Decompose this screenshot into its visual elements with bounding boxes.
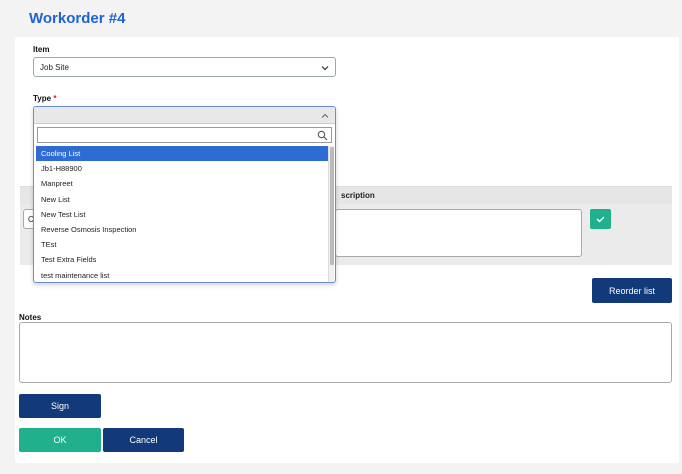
item-label: Item bbox=[33, 45, 50, 54]
ok-button[interactable]: OK bbox=[19, 428, 101, 452]
type-option[interactable]: New Test List bbox=[36, 207, 329, 222]
description-field[interactable] bbox=[335, 209, 582, 257]
sign-button[interactable]: Sign bbox=[19, 394, 101, 418]
description-column-header: scription bbox=[341, 191, 375, 200]
checkmark-icon bbox=[596, 216, 605, 223]
type-search-input[interactable] bbox=[37, 127, 332, 143]
type-select[interactable] bbox=[34, 107, 335, 124]
type-option[interactable]: Manpreet bbox=[36, 176, 329, 191]
required-marker: * bbox=[53, 94, 57, 103]
item-select-value: Job Site bbox=[40, 63, 69, 72]
type-label: Type * bbox=[33, 94, 56, 103]
type-label-text: Type bbox=[33, 94, 52, 103]
type-option[interactable]: Test Extra Fields bbox=[36, 252, 329, 267]
confirm-row-button[interactable] bbox=[590, 209, 611, 229]
type-option[interactable]: Jb1-H88900 bbox=[36, 161, 329, 176]
chevron-down-icon bbox=[321, 66, 329, 71]
type-option[interactable]: TEst bbox=[36, 237, 329, 252]
scrollbar-thumb[interactable] bbox=[330, 147, 334, 265]
notes-label: Notes bbox=[19, 313, 42, 322]
item-select[interactable]: Job Site bbox=[33, 57, 336, 77]
reorder-list-button[interactable]: Reorder list bbox=[592, 278, 672, 303]
cancel-button[interactable]: Cancel bbox=[103, 428, 184, 452]
type-option[interactable]: New List bbox=[36, 192, 329, 207]
chevron-up-icon bbox=[321, 113, 329, 118]
page-title: Workorder #4 bbox=[29, 10, 126, 27]
notes-textarea[interactable] bbox=[19, 322, 672, 383]
type-option[interactable]: test maintenance list bbox=[36, 268, 329, 283]
type-options-list: Cooling List Jb1-H88900 Manpreet New List Ne… bbox=[36, 146, 329, 282]
type-dropdown[interactable]: Cooling List Jb1-H88900 Manpreet New List Ne… bbox=[33, 106, 336, 283]
type-option[interactable]: Cooling List bbox=[36, 146, 329, 162]
dropdown-scrollbar[interactable] bbox=[328, 146, 334, 282]
type-option[interactable]: Reverse Osmosis Inspection bbox=[36, 222, 329, 237]
search-icon bbox=[317, 130, 328, 141]
